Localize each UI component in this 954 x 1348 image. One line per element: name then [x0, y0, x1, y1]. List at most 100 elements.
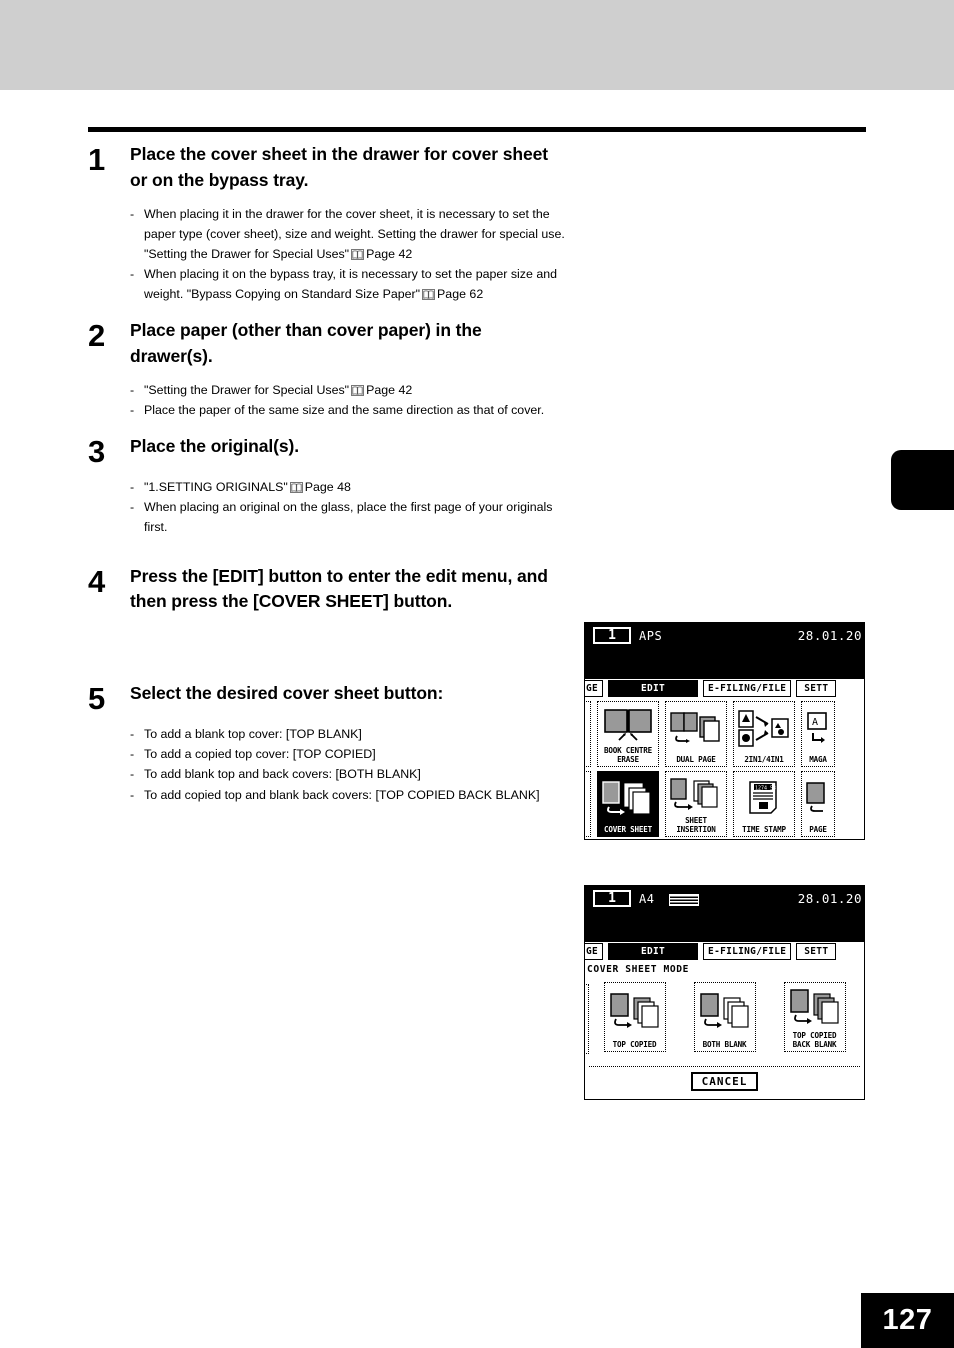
paper-tray-icon — [669, 894, 699, 906]
cancel-button[interactable]: CANCEL — [690, 1072, 759, 1091]
document-page: 127 1 Place the cover sheet in the drawe… — [0, 0, 954, 1348]
bullet-item: - To add copied top and blank back cover… — [130, 785, 575, 805]
edge-erase-icon — [585, 702, 590, 756]
bullet-text: To add blank top and back covers: [BOTH … — [144, 767, 421, 782]
cover-sheet-button-top-copied[interactable]: TOP COPIED — [603, 982, 666, 1052]
edit-button-edge-erase[interactable]: RASE — [585, 701, 591, 767]
bullet-item: - "1.SETTING ORIGINALS" Page 48 — [130, 477, 575, 497]
lcd-screenshot-edit-menu: 1 APS 28.01.20 GE EDIT E-FILING/FILE SET… — [584, 622, 865, 840]
edit-grid-row-1: RASE BOOK CENTRE ERASE DUAL PAGE — [585, 701, 864, 771]
edit-button-sheet-insertion[interactable]: SHEET INSERTION — [665, 771, 727, 837]
tab-settings[interactable]: SETT — [796, 942, 837, 960]
cover-sheet-button-label: TOP COPIED — [612, 1039, 657, 1049]
top-copied-back-blank-icon — [785, 983, 845, 1032]
zoom-icon — [585, 772, 590, 826]
section-divider-rule — [88, 127, 866, 132]
book-centre-erase-icon — [598, 702, 658, 747]
bullet-text: "Setting the Drawer for Special Uses" — [144, 383, 350, 398]
edit-button-zoom[interactable]: OM — [585, 771, 591, 837]
edit-button-label: 2IN1/4IN1 — [744, 754, 784, 764]
edit-button-label: MAGA — [809, 754, 827, 764]
book-reference-icon — [351, 248, 365, 260]
copy-count-badge: 1 — [593, 890, 631, 907]
date-display: 28.01.20 — [797, 891, 862, 906]
bullet-text: To add a copied top cover: [TOP COPIED] — [144, 747, 376, 762]
2in1-4in1-icon — [734, 702, 794, 756]
bullet-text: "1.SETTING ORIGINALS" — [144, 480, 288, 495]
step-4: 4 Press the [EDIT] button to enter the e… — [88, 564, 868, 616]
bullet-text: When placing an original on the glass, p… — [144, 500, 553, 535]
page-number: 127 — [882, 1304, 933, 1336]
step-3-bullets: - "1.SETTING ORIGINALS" Page 48 - When pl… — [130, 467, 868, 537]
bullet-ref: Page 42 — [366, 383, 413, 398]
edit-grid-row-2: OM COVER SHEET SHEET INSERTION — [585, 771, 864, 839]
tab-e-filing-file[interactable]: E-FILING/FILE — [703, 942, 792, 960]
step-5-title: Select the desired cover sheet button: — [130, 683, 444, 704]
tab-settings[interactable]: SETT — [796, 679, 837, 697]
bullet-ref: Page 62 — [437, 287, 484, 302]
edit-button-page-number[interactable]: PAGE — [801, 771, 835, 837]
bullet-dash: - — [130, 383, 135, 398]
bullet-text: Place the paper of the same size and the… — [144, 403, 545, 418]
lcd-tab-row: GE EDIT E-FILING/FILE SETT — [585, 679, 864, 697]
paper-mode-label: APS — [639, 629, 663, 643]
bullet-ref: Page 48 — [304, 480, 351, 495]
copy-count-badge: 1 — [593, 627, 631, 644]
tab-basic[interactable]: GE — [585, 942, 604, 960]
edit-button-label: TIME STAMP — [742, 824, 786, 834]
cover-sheet-button-label: BOTH BLANK — [702, 1039, 747, 1049]
bullet-dash: - — [130, 767, 135, 782]
bullet-item: - Place the paper of the same size and t… — [130, 400, 575, 420]
time-stamp-icon: 1274 53 — [734, 772, 794, 826]
cover-sheet-button-label: TOP COPIED BACK BLANK — [792, 1031, 837, 1049]
bullet-item: - To add blank top and back covers: [BOT… — [130, 764, 575, 784]
step-2: 2 Place paper (other than cover paper) i… — [88, 318, 868, 420]
edit-button-dual-page[interactable]: DUAL PAGE — [665, 701, 727, 767]
step-1: 1 Place the cover sheet in the drawer fo… — [88, 142, 868, 304]
lcd-status-bar: 1 APS 28.01.20 GE EDIT E-FILING/FILE SET… — [585, 623, 864, 697]
tab-basic[interactable]: GE — [585, 679, 604, 697]
bullet-dash: - — [130, 727, 135, 742]
cover-sheet-button-both-blank[interactable]: BOTH BLANK — [693, 982, 756, 1052]
step-2-bullets: - "Setting the Drawer for Special Uses" P… — [130, 370, 868, 420]
cover-sheet-button-row: TOP COPIED BOTH BLANK TOP COPIED BACK BL… — [585, 982, 864, 1052]
cover-sheet-icon — [598, 772, 658, 826]
dual-page-icon — [666, 702, 726, 756]
page-header-band — [0, 0, 954, 90]
paper-size-label: A4 — [639, 892, 655, 906]
tab-edit[interactable]: EDIT — [608, 942, 699, 960]
edit-button-cover-sheet[interactable]: COVER SHEET — [597, 771, 659, 837]
edit-button-label: COVER SHEET — [603, 824, 653, 834]
lcd-status-bar: 1 A4 28.01.20 GE EDIT E-FILING/FILE SETT — [585, 886, 864, 960]
tab-e-filing-file[interactable]: E-FILING/FILE — [703, 679, 792, 697]
tab-edit[interactable]: EDIT — [608, 679, 699, 697]
step-2-number: 2 — [88, 318, 106, 354]
lcd-content-area: COVER SHEET MODE TOP COPIED BOTH BLANK T… — [585, 962, 864, 1099]
edit-button-book-centre-erase[interactable]: BOOK CENTRE ERASE — [597, 701, 659, 767]
chapter-thumb-tab — [891, 450, 954, 510]
book-reference-icon — [289, 482, 303, 494]
bullet-text: When placing it on the bypass tray, it i… — [144, 267, 558, 302]
cancel-button-row: CANCEL — [585, 1072, 864, 1091]
edit-button-magazine-sort[interactable]: A MAGA — [801, 701, 835, 767]
date-display: 28.01.20 — [797, 628, 862, 643]
step-4-number: 4 — [88, 563, 106, 599]
sheet-insertion-icon — [666, 772, 726, 817]
edit-button-label: PAGE — [809, 824, 827, 834]
bullet-dash: - — [130, 403, 135, 418]
edit-button-2in1-4in1[interactable]: 2IN1/4IN1 — [733, 701, 795, 767]
step-1-number: 1 — [88, 142, 106, 177]
svg-text:1274 53: 1274 53 — [755, 785, 776, 791]
page-number-block: 127 — [861, 1293, 954, 1348]
bullet-dash: - — [130, 500, 135, 515]
bullet-dash: - — [130, 480, 135, 495]
cover-sheet-button-top-copied-back-blank[interactable]: TOP COPIED BACK BLANK — [783, 982, 846, 1052]
top-copied-icon — [605, 983, 665, 1041]
edit-button-label: BOOK CENTRE ERASE — [603, 746, 653, 764]
book-reference-icon — [422, 289, 436, 301]
bullet-text: To add a blank top cover: [TOP BLANK] — [144, 727, 362, 742]
edit-button-label: DUAL PAGE — [676, 754, 716, 764]
bullet-dash: - — [130, 206, 135, 221]
edit-button-time-stamp[interactable]: 1274 53 TIME STAMP — [733, 771, 795, 837]
bullet-item: - "Setting the Drawer for Special Uses" P… — [130, 380, 575, 400]
